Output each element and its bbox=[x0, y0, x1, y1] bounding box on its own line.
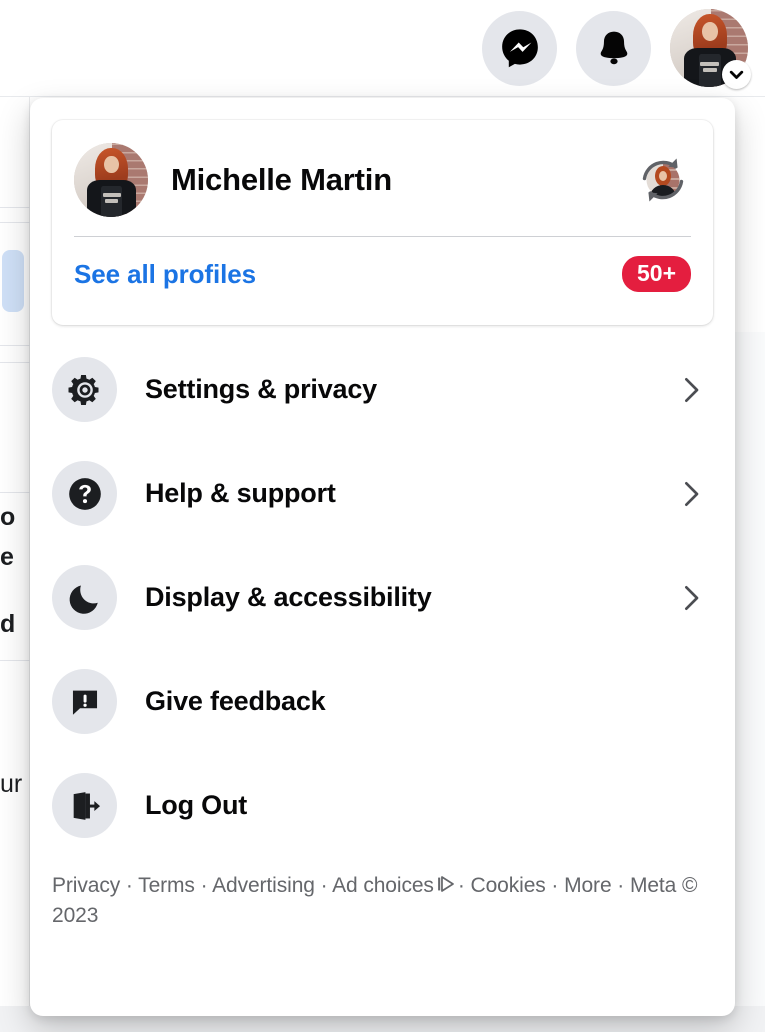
menu-item-settings-privacy[interactable]: Settings & privacy bbox=[52, 347, 713, 432]
account-dropdown-menu: Michelle Martin See all profiles 50+ Set… bbox=[30, 98, 735, 1016]
gear-icon bbox=[68, 374, 98, 405]
background-text-fragment: o bbox=[0, 505, 16, 530]
moon-icon-wrap bbox=[52, 565, 117, 630]
profiles-count-badge: 50+ bbox=[621, 255, 691, 293]
footer-link-terms[interactable]: Terms bbox=[138, 874, 195, 897]
gear-icon-wrap bbox=[52, 357, 117, 422]
menu-item-label: Display & accessibility bbox=[145, 582, 432, 612]
feedback-icon-wrap bbox=[52, 669, 117, 734]
footer-link-cookies[interactable]: Cookies bbox=[471, 874, 546, 897]
menu-item-label: Give feedback bbox=[145, 686, 326, 716]
question-circle-icon bbox=[68, 477, 101, 510]
profile-name: Michelle Martin bbox=[171, 162, 392, 197]
menu-item-label: Help & support bbox=[145, 478, 336, 508]
bell-icon bbox=[600, 31, 627, 65]
menu-item-display-accessibility[interactable]: Display & accessibility bbox=[52, 555, 713, 640]
footer-links: Privacy · Terms · Advertising · Ad choic… bbox=[30, 867, 735, 931]
profile-row[interactable]: Michelle Martin bbox=[74, 138, 691, 222]
see-all-profiles-link[interactable]: See all profiles bbox=[74, 259, 622, 290]
background-divider bbox=[0, 492, 30, 493]
background-text-fragment: ur bbox=[0, 772, 23, 797]
chevron-right-icon bbox=[685, 481, 699, 506]
background-highlight-chip bbox=[2, 250, 24, 312]
question-circle-icon-wrap bbox=[52, 461, 117, 526]
switch-profile-icon bbox=[642, 158, 684, 202]
account-avatar-button[interactable] bbox=[670, 9, 751, 89]
adchoices-icon bbox=[437, 876, 454, 892]
account-caret-badge[interactable] bbox=[722, 60, 751, 89]
footer-link-ad-choices[interactable]: Ad choices bbox=[332, 874, 434, 897]
footer-separator: · bbox=[551, 874, 559, 897]
background-text-fragment: e bbox=[0, 545, 14, 570]
background-divider bbox=[0, 345, 30, 346]
background-divider bbox=[0, 362, 30, 363]
menu-list: Settings & privacy Help & support Displa… bbox=[30, 347, 735, 848]
profile-avatar bbox=[74, 143, 148, 217]
screen: o e d ur Michelle Martin See all profile… bbox=[0, 0, 765, 1032]
logout-icon bbox=[73, 791, 100, 820]
card-divider bbox=[74, 236, 691, 237]
footer-link-privacy[interactable]: Privacy bbox=[52, 874, 120, 897]
messenger-button[interactable] bbox=[482, 10, 557, 86]
background-divider bbox=[0, 660, 30, 661]
background-divider bbox=[0, 207, 30, 208]
footer-separator: · bbox=[617, 874, 625, 897]
moon-icon bbox=[69, 585, 98, 614]
footer-separator: · bbox=[125, 874, 133, 897]
footer-separator: · bbox=[457, 874, 465, 897]
switch-profile-button[interactable] bbox=[635, 152, 691, 208]
footer-link-more[interactable]: More bbox=[564, 874, 612, 897]
profile-card: Michelle Martin See all profiles 50+ bbox=[52, 120, 713, 325]
logout-icon-wrap bbox=[52, 773, 117, 838]
chevron-down-icon bbox=[729, 70, 744, 79]
menu-item-help-support[interactable]: Help & support bbox=[52, 451, 713, 536]
menu-item-label: Log Out bbox=[145, 790, 248, 820]
top-navigation-bar bbox=[0, 0, 765, 97]
notifications-button[interactable] bbox=[576, 10, 651, 86]
menu-item-label: Settings & privacy bbox=[145, 374, 377, 404]
messenger-icon bbox=[501, 29, 538, 68]
footer-link-advertising[interactable]: Advertising bbox=[212, 874, 315, 897]
footer-separator: · bbox=[320, 874, 328, 897]
background-divider bbox=[0, 222, 30, 223]
menu-item-log-out[interactable]: Log Out bbox=[52, 763, 713, 848]
menu-item-give-feedback[interactable]: Give feedback bbox=[52, 659, 713, 744]
chevron-right-icon bbox=[685, 377, 699, 402]
background-text-fragment: d bbox=[0, 612, 16, 637]
chevron-right-icon bbox=[685, 585, 699, 610]
feedback-icon bbox=[72, 690, 97, 715]
footer-separator: · bbox=[200, 874, 208, 897]
see-all-profiles-row[interactable]: See all profiles 50+ bbox=[74, 243, 691, 305]
